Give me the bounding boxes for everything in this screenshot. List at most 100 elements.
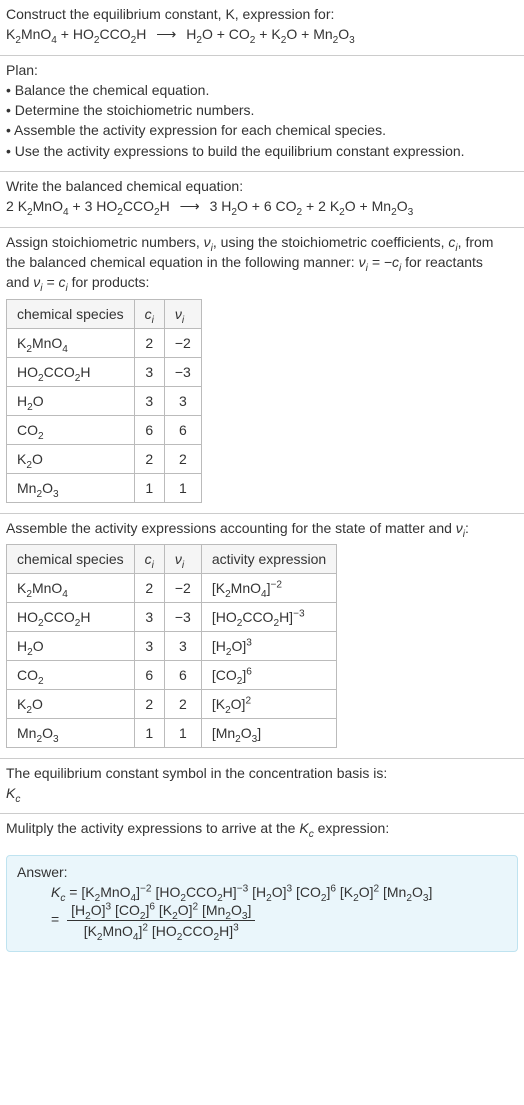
- cell-nu: 6: [164, 660, 201, 689]
- term-oxalic: [HO2CCO2H]−3: [155, 884, 248, 900]
- table-row: CO266[CO2]6: [7, 660, 337, 689]
- cell-c: 3: [134, 357, 164, 386]
- term-oxalic: [HO2CCO2H]3: [152, 923, 239, 939]
- kc-symbol: Kc: [51, 884, 65, 900]
- product-co2: CO2: [229, 26, 256, 42]
- header-line1: Construct the equilibrium constant, K, e…: [6, 4, 518, 24]
- table-row: K2MnO42−2[K2MnO4]−2: [7, 573, 337, 602]
- fraction-numerator: [H2O]3 [CO2]6 [K2O]2 [Mn2O3]: [67, 902, 255, 921]
- cell-c: 6: [134, 660, 164, 689]
- col-nu: νi: [164, 299, 201, 328]
- assemble-section: Assemble the activity expressions accoun…: [0, 514, 524, 759]
- answer-label: Answer:: [17, 864, 507, 880]
- table-row: H2O33: [7, 386, 202, 415]
- cell-c: 1: [134, 718, 164, 747]
- reactant-k2mno4: K2MnO4: [18, 198, 69, 214]
- answer-equation-line2: = [H2O]3 [CO2]6 [K2O]2 [Mn2O3] [K2MnO4]2…: [17, 902, 507, 939]
- cell-nu: 1: [164, 473, 201, 502]
- fraction-denominator: [K2MnO4]2 [HO2CCO2H]3: [67, 921, 255, 939]
- cell-activity: [HO2CCO2H]−3: [201, 602, 336, 631]
- term-h2o: [H2O]3: [71, 902, 111, 918]
- kc-symbol: Kc: [299, 820, 313, 836]
- answer-box: Answer: Kc = [K2MnO4]−2 [HO2CCO2H]−3 [H2…: [6, 855, 518, 952]
- balanced-title: Write the balanced chemical equation:: [6, 176, 518, 196]
- cell-nu: 2: [164, 444, 201, 473]
- plan-title: Plan:: [6, 60, 518, 80]
- kc-symbol: Kc: [6, 783, 518, 803]
- header-section: Construct the equilibrium constant, K, e…: [0, 0, 524, 56]
- cell-species: K2O: [7, 444, 135, 473]
- fraction: [H2O]3 [CO2]6 [K2O]2 [Mn2O3] [K2MnO4]2 […: [67, 902, 255, 939]
- plan-item: • Balance the chemical equation.: [6, 80, 518, 100]
- cell-c: 2: [134, 689, 164, 718]
- cell-c: 3: [134, 631, 164, 660]
- cell-species: K2O: [7, 689, 135, 718]
- cell-nu: −2: [164, 328, 201, 357]
- col-species: chemical species: [7, 544, 135, 573]
- table-header-row: chemical species ci νi activity expressi…: [7, 544, 337, 573]
- product-co2: CO2: [276, 198, 303, 214]
- term-k2o: [K2O]2: [159, 902, 198, 918]
- table-row: K2O22: [7, 444, 202, 473]
- term-k2mno4: [K2MnO4]−2: [81, 884, 151, 900]
- product-mn2o3: Mn2O3: [372, 198, 414, 214]
- term-h2o: [H2O]3: [252, 884, 292, 900]
- balanced-section: Write the balanced chemical equation: 2 …: [0, 172, 524, 228]
- term-k2o: [K2O]2: [340, 884, 379, 900]
- term-co2: [CO2]6: [115, 902, 155, 918]
- product-k2o: K2O: [271, 26, 297, 42]
- plan-section: Plan: • Balance the chemical equation. •…: [0, 56, 524, 172]
- cell-c: 1: [134, 473, 164, 502]
- term-mn2o3: [Mn2O3]: [202, 902, 251, 918]
- c-symbol: ci: [448, 234, 457, 250]
- plan-item: • Use the activity expressions to build …: [6, 141, 518, 161]
- cell-c: 3: [134, 386, 164, 415]
- table-row: Mn2O311: [7, 473, 202, 502]
- header-equation: K2MnO4 + HO2CCO2H ⟶ H2O + CO2 + K2O + Mn…: [6, 24, 518, 44]
- reactant-oxalic: HO2CCO2H: [73, 26, 146, 42]
- cell-nu: 2: [164, 689, 201, 718]
- product-k2o: K2O: [330, 198, 356, 214]
- product-mn2o3: Mn2O3: [313, 26, 355, 42]
- cell-c: 2: [134, 328, 164, 357]
- balanced-equation: 2 K2MnO4 + 3 HO2CCO2H ⟶ 3 H2O + 6 CO2 + …: [6, 196, 518, 216]
- table-row: CO266: [7, 415, 202, 444]
- cell-nu: 1: [164, 718, 201, 747]
- cell-c: 3: [134, 602, 164, 631]
- table-row: HO2CCO2H3−3: [7, 357, 202, 386]
- term-co2: [CO2]6: [296, 884, 336, 900]
- assign-text: Assign stoichiometric numbers, νi, using…: [6, 232, 518, 252]
- term-mn2o3: [Mn2O3]: [383, 884, 432, 900]
- term-k2mno4: [K2MnO4]2: [84, 923, 148, 939]
- col-c: ci: [134, 544, 164, 573]
- multiply-section: Mulitply the activity expressions to arr…: [0, 814, 524, 848]
- stoichiometry-table: chemical species ci νi K2MnO42−2HO2CCO2H…: [6, 299, 202, 503]
- cell-activity: [K2MnO4]−2: [201, 573, 336, 602]
- nu-eq-c: νi = ci: [33, 274, 67, 290]
- cell-nu: −3: [164, 602, 201, 631]
- cell-nu: 3: [164, 386, 201, 415]
- multiply-text: Mulitply the activity expressions to arr…: [6, 818, 518, 838]
- plan-item: • Assemble the activity expression for e…: [6, 120, 518, 140]
- cell-species: CO2: [7, 660, 135, 689]
- cell-c: 6: [134, 415, 164, 444]
- cell-activity: [H2O]3: [201, 631, 336, 660]
- answer-equation-line1: Kc = [K2MnO4]−2 [HO2CCO2H]−3 [H2O]3 [CO2…: [17, 884, 507, 900]
- reactant-k2mno4: K2MnO4: [6, 26, 57, 42]
- cell-c: 2: [134, 444, 164, 473]
- reactant-oxalic: HO2CCO2H: [96, 198, 169, 214]
- cell-species: H2O: [7, 386, 135, 415]
- col-nu: νi: [164, 544, 201, 573]
- table-row: Mn2O311[Mn2O3]: [7, 718, 337, 747]
- product-h2o: H2O: [221, 198, 248, 214]
- table-header-row: chemical species ci νi: [7, 299, 202, 328]
- reaction-arrow-icon: ⟶: [174, 196, 206, 216]
- table-row: HO2CCO2H3−3[HO2CCO2H]−3: [7, 602, 337, 631]
- symbol-section: The equilibrium constant symbol in the c…: [0, 759, 524, 815]
- assign-section: Assign stoichiometric numbers, νi, using…: [0, 228, 524, 514]
- product-h2o: H2O: [186, 26, 213, 42]
- cell-species: HO2CCO2H: [7, 357, 135, 386]
- symbol-text: The equilibrium constant symbol in the c…: [6, 763, 518, 783]
- col-activity: activity expression: [201, 544, 336, 573]
- cell-activity: [K2O]2: [201, 689, 336, 718]
